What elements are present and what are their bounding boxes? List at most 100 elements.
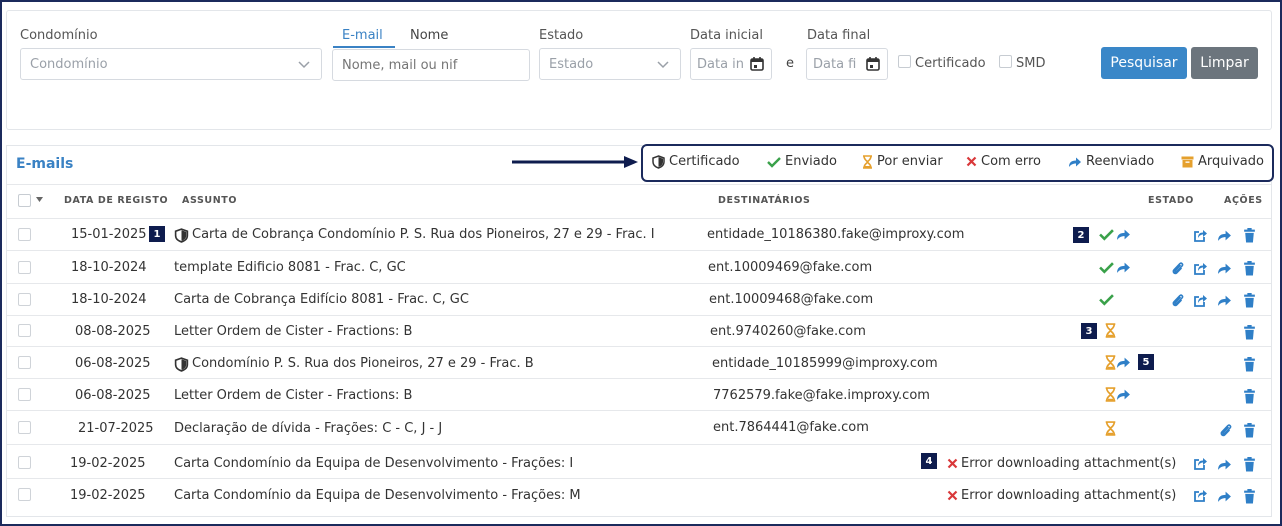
legend-reenviado: Reenviado [1068, 154, 1154, 169]
trash-icon[interactable] [1242, 357, 1257, 372]
check-icon [1099, 229, 1114, 241]
chevron-down-icon [298, 61, 310, 69]
row-checkbox[interactable] [18, 421, 31, 434]
paperclip-icon[interactable] [1170, 293, 1185, 308]
row-subject[interactable]: Letter Ordem de Cister - Fractions: B [174, 324, 412, 339]
resend-icon[interactable] [1217, 228, 1232, 243]
legend-por-enviar: Por enviar [862, 154, 943, 169]
legend-enviado: Enviado [767, 154, 837, 169]
legend-certificado: Certificado [652, 154, 740, 169]
row-recipient: ent.7864441@fake.com [713, 420, 869, 435]
annotation-arrow-icon [512, 156, 638, 168]
legend-com-erro: Com erro [966, 154, 1041, 169]
hourglass-icon [863, 154, 872, 169]
row-subject[interactable]: Carta de Cobrança Condomínio P. S. Rua d… [192, 227, 655, 242]
row-date: 06-08-2025 [75, 388, 151, 403]
caret-down-icon[interactable] [36, 197, 43, 202]
resend-icon[interactable] [1217, 489, 1232, 504]
data-inicial-input[interactable]: Data in [690, 48, 772, 80]
certificado-checkbox-label: Certificado [915, 56, 986, 71]
date-range-separator: e [786, 56, 794, 71]
share-icon[interactable] [1193, 228, 1208, 243]
row-subject[interactable]: Carta Condomínio da Equipa de Desenvolvi… [174, 456, 573, 471]
header-subject[interactable]: ASSUNTO [182, 195, 237, 206]
row-date: 06-08-2025 [75, 356, 151, 371]
condominio-label: Condomínio [20, 28, 98, 43]
forward-arrow-icon [1117, 357, 1130, 368]
row-date: 18-10-2024 [71, 292, 147, 307]
trash-icon[interactable] [1242, 325, 1257, 340]
tab-email[interactable]: E-mail [342, 28, 383, 43]
header-date[interactable]: DATA DE REGISTO [64, 195, 168, 206]
select-all-checkbox[interactable] [18, 194, 31, 207]
trash-icon[interactable] [1242, 489, 1257, 504]
estado-select[interactable]: Estado [539, 48, 681, 80]
clear-button[interactable]: Limpar [1191, 47, 1258, 79]
resend-icon[interactable] [1217, 261, 1232, 276]
annotation-marker: 2 [1073, 227, 1089, 243]
divider [7, 283, 1271, 284]
trash-icon[interactable] [1242, 389, 1257, 404]
trash-icon[interactable] [1242, 293, 1257, 308]
row-date: 18-10-2024 [71, 260, 147, 275]
legend-arquivado: Arquivado [1181, 154, 1264, 169]
row-checkbox[interactable] [18, 293, 31, 306]
header-recipients[interactable]: DESTINATÁRIOS [718, 195, 810, 206]
forward-arrow-icon [1069, 157, 1081, 167]
row-checkbox[interactable] [18, 356, 31, 369]
calendar-icon[interactable] [865, 56, 881, 72]
check-icon [1099, 262, 1114, 274]
row-checkbox[interactable] [18, 228, 31, 241]
row-subject[interactable]: Condomínio P. S. Rua dos Pioneiros, 27 e… [192, 356, 534, 371]
condominio-placeholder: Condomínio [30, 56, 108, 72]
paperclip-icon[interactable] [1218, 423, 1233, 438]
row-recipient: 7762579.fake@fake.improxy.com [713, 388, 930, 403]
row-checkbox[interactable] [18, 456, 31, 469]
row-subject[interactable]: Declaração de dívida - Frações: C - C, J… [174, 421, 442, 436]
divider [7, 378, 1271, 379]
annotation-marker: 3 [1081, 323, 1097, 339]
header-actions: AÇÕES [1224, 195, 1263, 206]
row-checkbox[interactable] [18, 261, 31, 274]
share-icon[interactable] [1193, 261, 1208, 276]
paperclip-icon[interactable] [1170, 261, 1185, 276]
certificado-checkbox[interactable] [898, 55, 911, 68]
shield-icon [652, 154, 665, 169]
error-x-icon [966, 156, 977, 167]
row-subject[interactable]: Carta Condomínio da Equipa de Desenvolvi… [174, 488, 581, 503]
row-recipient: ent.10009468@fake.com [709, 292, 874, 307]
estado-placeholder: Estado [549, 56, 594, 72]
smd-checkbox[interactable] [999, 55, 1012, 68]
error-message: Error downloading attachment(s) [961, 488, 1177, 503]
row-subject[interactable]: Letter Ordem de Cister - Fractions: B [174, 388, 412, 403]
forward-arrow-icon [1117, 262, 1130, 273]
trash-icon[interactable] [1242, 423, 1257, 438]
trash-icon[interactable] [1242, 261, 1257, 276]
tab-email-underline [333, 46, 395, 48]
row-checkbox[interactable] [18, 388, 31, 401]
share-icon[interactable] [1193, 293, 1208, 308]
header-state[interactable]: ESTADO [1148, 195, 1194, 206]
condominio-select[interactable]: Condomínio [20, 48, 322, 80]
estado-label: Estado [539, 28, 584, 43]
share-icon[interactable] [1193, 488, 1208, 503]
resend-icon[interactable] [1217, 293, 1232, 308]
tab-nome[interactable]: Nome [410, 28, 448, 43]
row-checkbox[interactable] [18, 488, 31, 501]
calendar-icon[interactable] [749, 56, 765, 72]
row-checkbox[interactable] [18, 324, 31, 337]
forward-arrow-icon [1117, 229, 1130, 240]
row-date: 08-08-2025 [75, 324, 151, 339]
row-subject[interactable]: template Edificio 8081 - Frac. C, GC [174, 260, 406, 275]
data-final-input[interactable]: Data fi [806, 48, 888, 80]
share-icon[interactable] [1193, 456, 1208, 471]
search-button[interactable]: Pesquisar [1101, 47, 1187, 79]
row-recipient: entidade_10186380.fake@improxy.com [707, 227, 965, 242]
row-subject[interactable]: Carta de Cobrança Edifício 8081 - Frac. … [174, 292, 469, 307]
trash-icon[interactable] [1242, 457, 1257, 472]
resend-icon[interactable] [1217, 457, 1232, 472]
error-x-icon [947, 458, 958, 469]
trash-icon[interactable] [1242, 228, 1257, 243]
data-inicial-label: Data inicial [690, 28, 763, 43]
search-input[interactable] [332, 49, 530, 81]
